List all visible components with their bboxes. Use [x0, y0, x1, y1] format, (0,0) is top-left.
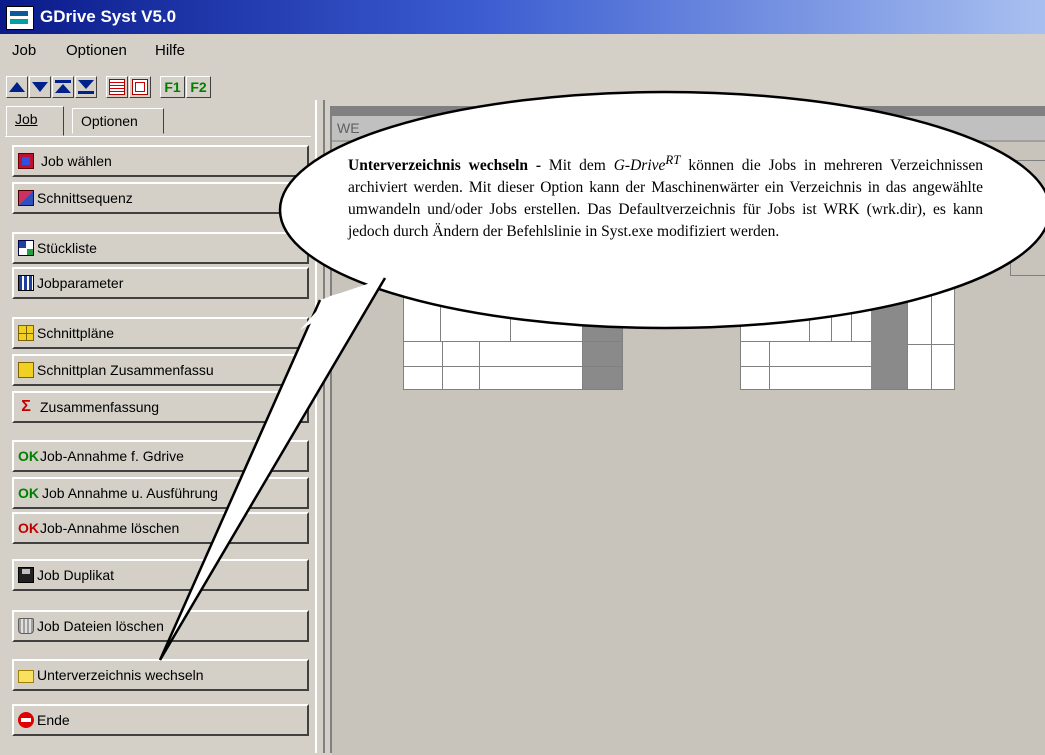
summary-button[interactable]: Σ Zusammenfassung — [12, 391, 309, 423]
cut-line — [479, 341, 480, 389]
job-parameter-icon — [18, 275, 34, 291]
button-label: Job Duplikat — [37, 567, 115, 583]
f1-button[interactable]: F1 — [160, 76, 185, 98]
parts-list-button[interactable]: Stückliste — [12, 232, 309, 264]
button-label: Unterverzeichnis wechseln — [37, 667, 204, 683]
folder-icon — [18, 669, 34, 683]
cut-line — [440, 286, 441, 341]
trash-icon — [18, 618, 34, 634]
job-accept-gdrive-button[interactable]: OK Job-Annahme f. Gdrive — [12, 440, 309, 472]
move-bottom-button[interactable] — [75, 76, 97, 98]
callout-product-sup: RT — [665, 152, 681, 167]
exit-button[interactable]: Ende — [12, 704, 309, 736]
grid-view-button[interactable] — [129, 76, 151, 98]
job-accept-delete-button[interactable]: OK Job-Annahme löschen — [12, 512, 309, 544]
cut-plan-waste — [582, 286, 622, 389]
job-select-button[interactable]: Job wählen — [12, 145, 309, 177]
tab-job[interactable]: Job — [6, 106, 64, 136]
cut-line — [582, 286, 583, 389]
arrow-top-icon — [55, 80, 71, 94]
arrow-bottom-icon — [78, 80, 94, 94]
cut-line — [741, 366, 871, 367]
inner-window-title-bar: WE — [332, 116, 1045, 140]
button-label: Zusammenfassung — [40, 399, 160, 415]
panel-splitter[interactable] — [315, 100, 325, 753]
cut-line — [851, 286, 852, 341]
button-label: Stückliste — [37, 240, 97, 256]
cut-plans-icon — [18, 325, 34, 341]
inner-window-title: WE — [337, 120, 360, 136]
callout-heading: Unterverzeichnis wechseln - — [348, 157, 542, 175]
ok-cross-icon: OK — [18, 520, 39, 536]
tab-job-label: Job — [15, 111, 38, 127]
cut-plan-preview-1[interactable] — [403, 285, 623, 390]
list-view-button[interactable] — [106, 76, 128, 98]
menu-bar: Job Optionen Hilfe — [0, 34, 1045, 66]
cut-line — [442, 341, 443, 389]
title-bar: GDrive Syst V5.0 — [0, 0, 1045, 34]
job-select-icon — [18, 153, 34, 169]
cut-plan-waste — [871, 286, 907, 389]
ok-check-icon: OK — [18, 485, 39, 501]
frame-right — [1010, 160, 1045, 276]
sigma-icon: Σ — [21, 398, 31, 415]
move-down-button[interactable] — [29, 76, 51, 98]
cut-line — [404, 366, 622, 367]
cut-line — [831, 286, 832, 341]
job-accept-execute-button[interactable]: OK Job Annahme u. Ausführung — [12, 477, 309, 509]
cut-plan-summary-button[interactable]: Schnittplan Zusammenfassu — [12, 354, 309, 386]
app-icon — [6, 6, 34, 30]
stop-icon — [18, 712, 34, 728]
button-label: Schnittplan Zusammenfassu — [37, 362, 214, 378]
arrow-down-icon — [32, 82, 48, 92]
change-subdirectory-button[interactable]: Unterverzeichnis wechseln — [12, 659, 309, 691]
cut-plans-button[interactable]: Schnittpläne — [12, 317, 309, 349]
button-label: Job Dateien löschen — [37, 618, 164, 634]
button-label: Schnittpläne — [37, 325, 115, 341]
button-label: Jobparameter — [37, 275, 124, 291]
button-label: Job-Annahme löschen — [40, 520, 180, 536]
cut-line — [907, 286, 908, 389]
f2-button[interactable]: F2 — [186, 76, 211, 98]
parts-list-icon — [18, 240, 34, 256]
grid-icon — [132, 79, 148, 95]
list-icon — [109, 79, 125, 95]
cut-plan-summary-icon — [18, 362, 34, 378]
button-label: Job Annahme u. Ausführung — [42, 485, 218, 501]
tab-optionen[interactable]: Optionen — [72, 108, 164, 134]
move-top-button[interactable] — [52, 76, 74, 98]
cut-line — [510, 286, 511, 341]
callout-product: G-Drive — [613, 157, 666, 175]
callout-text: Unterverzeichnis wechseln - Mit dem G-Dr… — [348, 149, 983, 243]
menu-hilfe[interactable]: Hilfe — [155, 42, 185, 59]
cut-plan-preview-2[interactable] — [740, 285, 955, 390]
button-label: Job wählen — [41, 153, 112, 169]
move-up-button[interactable] — [6, 76, 28, 98]
cut-line — [769, 341, 770, 389]
button-label: Ende — [37, 712, 70, 728]
cut-line — [404, 341, 622, 342]
job-panel: Job wählen Schnittsequenz Stückliste Job… — [5, 136, 311, 754]
job-files-delete-button[interactable]: Job Dateien löschen — [12, 610, 309, 642]
button-label: Job-Annahme f. Gdrive — [40, 448, 184, 464]
tab-optionen-label: Optionen — [81, 113, 138, 129]
window-title: GDrive Syst V5.0 — [40, 7, 177, 26]
cut-line — [741, 341, 871, 342]
arrow-up-icon — [9, 82, 25, 92]
job-parameter-button[interactable]: Jobparameter — [12, 267, 309, 299]
f1-label: F1 — [164, 79, 181, 95]
cut-line — [809, 286, 810, 341]
job-duplicate-button[interactable]: Job Duplikat — [12, 559, 309, 591]
menu-job[interactable]: Job — [12, 42, 36, 59]
button-label: Schnittsequenz — [37, 190, 133, 206]
menu-optionen[interactable]: Optionen — [66, 42, 127, 59]
f2-label: F2 — [190, 79, 207, 95]
cut-line — [931, 286, 932, 389]
callout-intro: Mit dem — [548, 157, 606, 175]
ok-icon: OK — [18, 448, 39, 464]
cut-sequence-icon — [18, 190, 34, 206]
cut-sequence-button[interactable]: Schnittsequenz — [12, 182, 309, 214]
floppy-icon — [18, 567, 34, 583]
